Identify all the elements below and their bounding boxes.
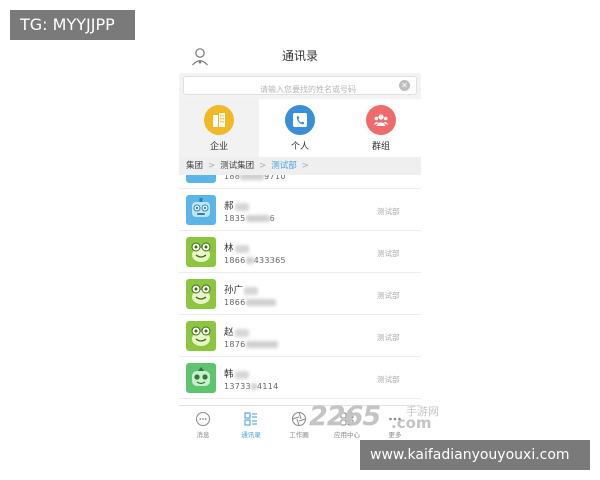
contact-row[interactable]: 孙广 1866 测试部: [179, 273, 421, 315]
contact-phone: 1866: [224, 298, 276, 307]
category-group[interactable]: 群组: [341, 99, 421, 157]
breadcrumb-item-group[interactable]: 集团: [186, 161, 203, 171]
search-box[interactable]: ✕: [183, 76, 417, 98]
contact-dept: 测试部: [377, 249, 400, 258]
contact-dept: 测试部: [377, 375, 400, 384]
app-header: 通讯录: [179, 40, 421, 73]
logo-number: 2265: [309, 401, 381, 432]
contact-name: 郝: [224, 198, 249, 212]
aperture-icon: [292, 412, 306, 426]
breadcrumb-item-test-dept: 测试部: [271, 161, 297, 171]
breadcrumb: 集团 > 测试集团 > 测试部 >: [179, 157, 421, 175]
chevron-right-icon: >: [301, 161, 309, 171]
contact-phone: 1866 433365: [224, 256, 286, 265]
category-personal[interactable]: 个人: [260, 99, 340, 157]
chat-bubble-icon: [196, 412, 210, 426]
blue-robot-avatar: [186, 195, 216, 225]
search-bar: ✕: [179, 73, 421, 99]
contact-phone: 1876: [224, 340, 278, 349]
logo-domain: .com: [391, 414, 432, 432]
contact-name: 韩: [224, 366, 249, 380]
green-frog-avatar: [186, 321, 216, 351]
contact-dept: 测试部: [377, 207, 400, 216]
contact-name: 孙广: [224, 282, 259, 296]
site-logo-watermark: 2265 手游网 .com: [309, 401, 449, 437]
watermark-top: TG: MYYJJPP: [10, 10, 135, 40]
tab-contacts[interactable]: 通讯录: [227, 409, 275, 441]
green-frog-avatar: [186, 279, 216, 309]
clear-circle-icon[interactable]: ✕: [399, 80, 410, 91]
chevron-right-icon: >: [259, 161, 267, 171]
search-input[interactable]: [208, 81, 408, 98]
contact-phone: 13733 4114: [224, 382, 279, 391]
contact-dept: 测试部: [377, 333, 400, 342]
screenshot-stage: TG: MYYJJPP 通讯录 ✕: [0, 0, 600, 480]
contact-list[interactable]: 188 9710 郝 1835 6 测试部 林 1866 433365 测试部 …: [179, 175, 421, 405]
category-enterprise[interactable]: 企业: [179, 99, 259, 157]
tab-label: 通讯录: [241, 431, 261, 439]
tab-messages[interactable]: 消息: [179, 409, 227, 441]
page-title: 通讯录: [281, 49, 318, 63]
contact-row[interactable]: 韩 13733 4114 测试部: [179, 357, 421, 399]
contact-row[interactable]: 赵 1876 测试部: [179, 315, 421, 357]
group-icon: [366, 105, 396, 135]
contact-row[interactable]: 郝 1835 6 测试部: [179, 189, 421, 231]
category-tabs: 企业 个人 群组: [179, 99, 421, 157]
green-robot-avatar: [186, 363, 216, 393]
building-icon: [204, 105, 234, 135]
blue-robot-avatar: [186, 175, 216, 183]
contact-phone: 1835 6: [224, 214, 275, 223]
watermark-bottom: www.kaifadianyouyouxi.com: [360, 440, 590, 470]
category-label: 个人: [290, 142, 309, 152]
category-label: 群组: [371, 142, 390, 152]
contact-row[interactable]: 林 1866 433365 测试部: [179, 231, 421, 273]
green-frog-avatar: [186, 237, 216, 267]
contact-dept: 测试部: [377, 291, 400, 300]
contact-name: 林: [224, 240, 249, 254]
breadcrumb-item-test-group[interactable]: 测试集团: [220, 161, 254, 171]
contact-name: 赵: [224, 324, 249, 338]
contact-phone: 188 9710: [224, 175, 286, 181]
category-label: 企业: [209, 142, 228, 152]
contact-row[interactable]: 188 9710: [179, 175, 421, 189]
phone-icon: [285, 105, 315, 135]
chevron-right-icon: >: [208, 161, 216, 171]
tab-label: 消息: [196, 431, 210, 439]
contacts-grid-icon: [244, 412, 257, 426]
